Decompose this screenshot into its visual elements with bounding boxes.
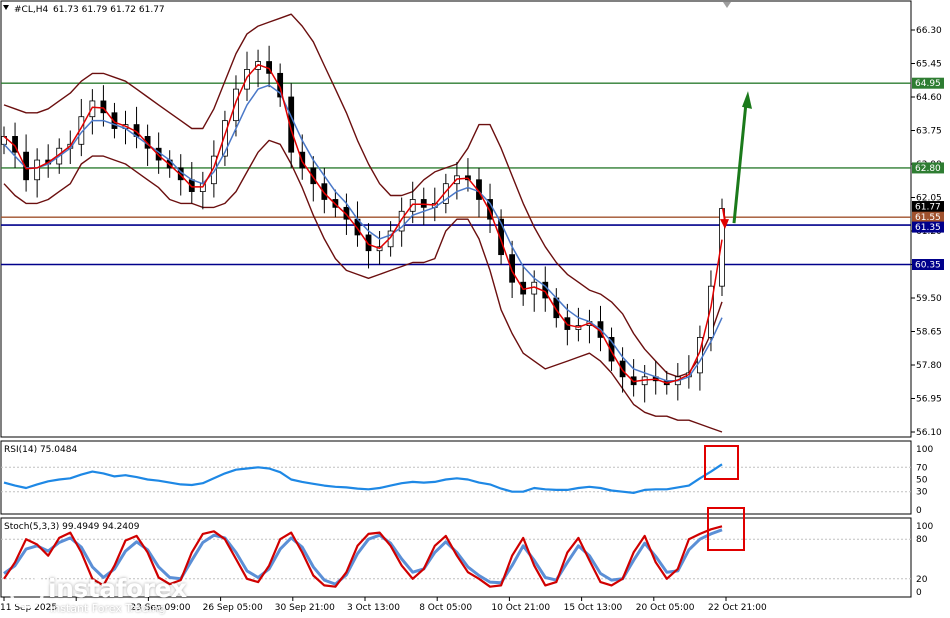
stoch-tick-label: 100 — [916, 522, 933, 532]
rsi-tick-label: 70 — [916, 463, 928, 473]
time-tick-label: 15 Oct 13:00 — [564, 603, 623, 613]
chart-ohlc-label: 61.73 61.79 61.72 61.77 — [53, 5, 165, 15]
rsi-label: RSI(14) 75.0484 — [4, 445, 77, 455]
time-tick-label: 8 Oct 05:00 — [419, 603, 472, 613]
watermark-brand: instaforex — [48, 574, 187, 603]
price-panel-frame — [0, 0, 912, 438]
price-level-tag-label: 61.77 — [915, 203, 941, 213]
time-tick-label: 20 Oct 05:00 — [636, 603, 695, 613]
watermark-tagline: Instant Forex Trading — [50, 602, 166, 615]
chart-symbol-label: #CL,H4 — [14, 5, 48, 15]
price-tick-label: 56.95 — [916, 395, 942, 405]
candle-body — [420, 199, 427, 208]
price-tick-label: 57.80 — [916, 361, 942, 371]
time-tick-label: 3 Oct 13:00 — [347, 603, 400, 613]
time-tick-label: 10 Oct 21:00 — [491, 603, 550, 613]
chart-canvas: 66.3065.4564.6063.7562.9062.0561.2060.35… — [0, 0, 944, 613]
price-tick-label: 66.30 — [916, 26, 942, 36]
rsi-tick-label: 0 — [916, 506, 922, 516]
time-tick-label: 26 Sep 05:00 — [203, 603, 263, 613]
rsi-tick-label: 50 — [916, 476, 928, 486]
candle-body — [34, 159, 41, 181]
price-level-tag-label: 64.95 — [915, 79, 941, 89]
time-tick-label: 30 Sep 21:00 — [275, 603, 335, 613]
price-level-tag-label: 60.35 — [915, 261, 941, 271]
candle-body — [244, 69, 250, 90]
stoch-label: Stoch(5,3,3) 99.4949 94.2409 — [4, 522, 140, 532]
stoch-tick-label: 80 — [916, 535, 928, 545]
price-tick-label: 65.45 — [916, 60, 942, 70]
stoch-tick-label: 20 — [916, 575, 928, 585]
price-tick-label: 64.60 — [916, 93, 942, 103]
watermark-logo: instaforex Instant Forex Trading — [8, 572, 198, 616]
time-tick-label: 22 Oct 21:00 — [708, 603, 767, 613]
price-tick-label: 63.75 — [916, 127, 942, 137]
instaforex-logo-icon — [9, 573, 45, 609]
rsi-tick-label: 30 — [916, 488, 928, 498]
price-tick-label: 58.65 — [916, 328, 942, 338]
price-tick-label: 59.50 — [916, 294, 942, 304]
price-tick-label: 56.10 — [916, 428, 942, 438]
price-level-tag-label: 62.80 — [915, 164, 941, 174]
stoch-tick-label: 0 — [916, 588, 922, 598]
rsi-tick-label: 100 — [916, 445, 933, 455]
price-level-tag-label: 61.35 — [915, 223, 941, 233]
